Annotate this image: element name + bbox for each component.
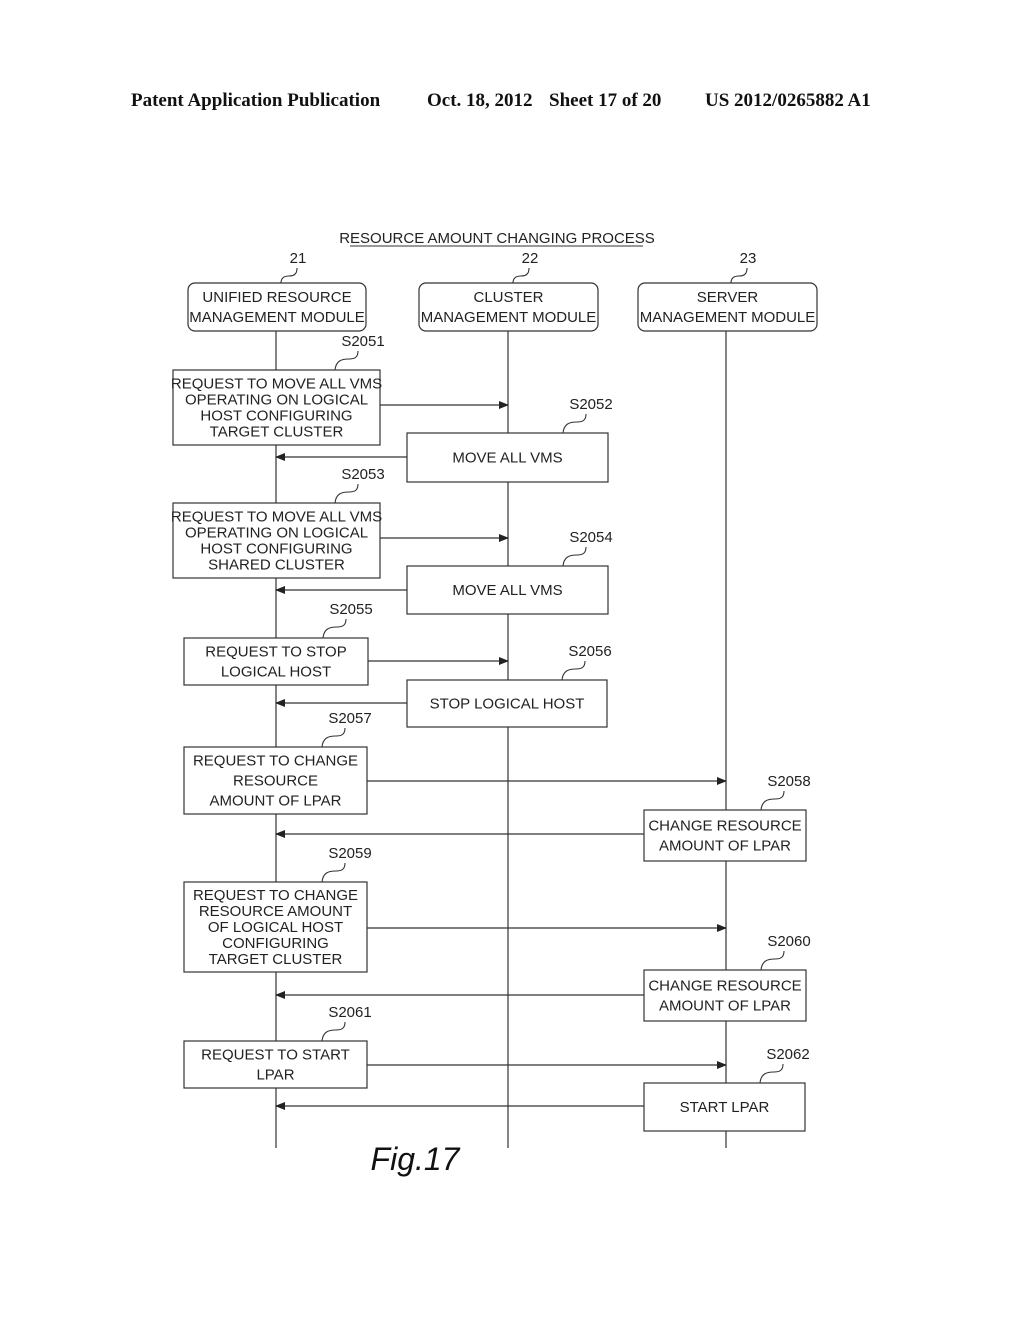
step-label-line: AMOUNT OF LPAR <box>210 793 342 810</box>
module-label-line: MANAGEMENT MODULE <box>189 309 365 326</box>
step-leader-line <box>334 483 359 504</box>
step-id: S2061 <box>328 1004 371 1021</box>
step-S2053: REQUEST TO MOVE ALL VMSOPERATING ON LOGI… <box>171 466 509 579</box>
step-label-line: OF LOGICAL HOST <box>208 919 343 936</box>
step-label-line: REQUEST TO START <box>201 1047 350 1064</box>
step-label-line: RESOURCE AMOUNT <box>199 903 352 920</box>
step-id: S2057 <box>328 710 371 727</box>
step-label-line: MOVE ALL VMS <box>452 450 562 467</box>
step-label-line: REQUEST TO STOP <box>205 644 346 661</box>
step-leader-line <box>321 1021 346 1042</box>
step-label-line: SHARED CLUSTER <box>208 557 345 574</box>
module-label-line: UNIFIED RESOURCE <box>202 289 351 306</box>
sequence-diagram: RESOURCE AMOUNT CHANGING PROCESS UNIFIED… <box>171 230 818 1177</box>
step-leader-line <box>561 660 586 681</box>
step-leader-line <box>760 950 785 971</box>
step-leader-line <box>760 790 785 811</box>
step-id: S2052 <box>569 396 612 413</box>
step-label-line: HOST CONFIGURING <box>200 541 352 558</box>
step-id: S2055 <box>329 601 372 618</box>
figure-label: Fig.17 <box>371 1141 461 1177</box>
step-label-line: MOVE ALL VMS <box>452 582 562 599</box>
ref-leader-line <box>730 267 748 284</box>
step-label-line: CONFIGURING <box>222 935 329 952</box>
step-id: S2051 <box>341 333 384 350</box>
step-label-line: OPERATING ON LOGICAL <box>185 525 368 542</box>
module-ref-number: 22 <box>522 250 539 267</box>
diagram-title: RESOURCE AMOUNT CHANGING PROCESS <box>339 230 655 247</box>
step-label-line: REQUEST TO MOVE ALL VMS <box>171 376 382 393</box>
module-ref-number: 21 <box>290 250 307 267</box>
module-label-line: MANAGEMENT MODULE <box>421 309 597 326</box>
module-label-line: MANAGEMENT MODULE <box>640 309 816 326</box>
step-label-line: CHANGE RESOURCE <box>648 818 801 835</box>
step-leader-line <box>562 413 587 434</box>
module-21: UNIFIED RESOURCE MANAGEMENT MODULE 21 <box>187 250 367 332</box>
step-S2059: REQUEST TO CHANGERESOURCE AMOUNTOF LOGIC… <box>183 845 727 973</box>
step-label-line: TARGET CLUSTER <box>210 424 344 441</box>
step-id: S2058 <box>767 773 810 790</box>
step-label-line: AMOUNT OF LPAR <box>659 838 791 855</box>
step-label-line: REQUEST TO MOVE ALL VMS <box>171 509 382 526</box>
module-23: SERVER MANAGEMENT MODULE 23 <box>637 250 818 332</box>
step-id: S2060 <box>767 933 810 950</box>
step-leader-line <box>322 618 347 639</box>
step-leader-line <box>334 350 359 371</box>
step-label-line: START LPAR <box>680 1099 770 1116</box>
step-leader-line <box>321 727 346 748</box>
step-leader-line <box>562 546 587 567</box>
step-S2051: REQUEST TO MOVE ALL VMSOPERATING ON LOGI… <box>171 333 509 446</box>
step-label-line: TARGET CLUSTER <box>209 951 343 968</box>
step-label-line: HOST CONFIGURING <box>200 408 352 425</box>
step-label-line: REQUEST TO CHANGE <box>193 887 358 904</box>
step-label-line: RESOURCE <box>233 773 318 790</box>
step-leader-line <box>759 1063 784 1084</box>
step-id: S2053 <box>341 466 384 483</box>
step-label-line: STOP LOGICAL HOST <box>430 696 585 713</box>
module-22: CLUSTER MANAGEMENT MODULE 22 <box>418 250 599 332</box>
step-label-line: LPAR <box>256 1067 294 1084</box>
step-label-line: CHANGE RESOURCE <box>648 978 801 995</box>
step-leader-line <box>321 862 346 883</box>
ref-leader-line <box>512 267 530 284</box>
module-label-line: CLUSTER <box>473 289 543 306</box>
step-label-line: REQUEST TO CHANGE <box>193 753 358 770</box>
step-label-line: OPERATING ON LOGICAL <box>185 392 368 409</box>
step-label-line: LOGICAL HOST <box>221 664 331 681</box>
module-ref-number: 23 <box>740 250 757 267</box>
module-label-line: SERVER <box>697 289 759 306</box>
step-label-line: AMOUNT OF LPAR <box>659 998 791 1015</box>
step-id: S2062 <box>766 1046 809 1063</box>
ref-leader-line <box>280 267 298 284</box>
step-id: S2056 <box>568 643 611 660</box>
step-id: S2054 <box>569 529 612 546</box>
step-id: S2059 <box>328 845 371 862</box>
